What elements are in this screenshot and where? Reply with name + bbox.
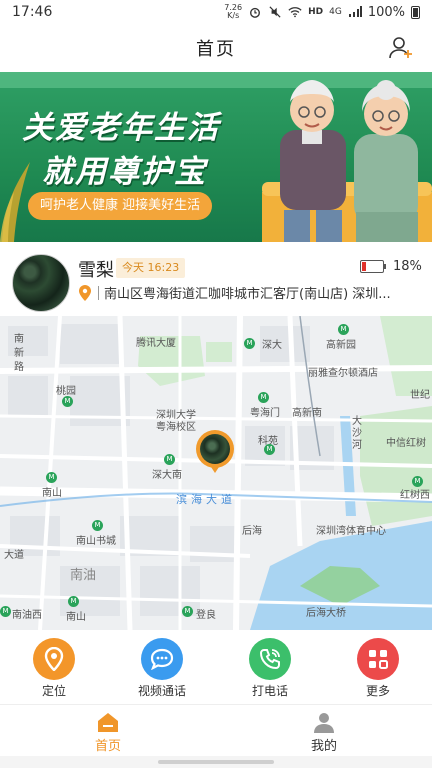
phone-call-button[interactable]: 打电话: [216, 630, 324, 704]
current-address: 南山区粤海街道汇咖啡城市汇客厅(南山店) 深圳...: [104, 287, 391, 302]
marker-avatar: [200, 434, 230, 464]
battery-percent-label: 18%: [393, 259, 422, 274]
map-label: 后海: [242, 526, 262, 537]
locate-button[interactable]: 定位: [0, 630, 108, 704]
device-location-marker[interactable]: [196, 430, 234, 476]
avatar[interactable]: [12, 254, 70, 312]
battery-fill: [362, 262, 366, 271]
last-update-badge: 今天 16:23: [116, 258, 186, 278]
map-label: 丽雅查尔顿酒店: [308, 368, 378, 379]
action-circle: [141, 638, 183, 680]
tab-mine[interactable]: 我的: [216, 705, 432, 757]
action-label: 打电话: [251, 684, 288, 698]
phone-icon: [259, 649, 280, 670]
tab-home-label: 首页: [94, 739, 121, 754]
action-label: 视频通话: [137, 684, 186, 698]
metro-station-icon: M: [244, 338, 255, 349]
address-divider: [98, 286, 99, 300]
metro-station-icon: M: [68, 596, 79, 607]
map-label: 南山书城: [76, 536, 116, 547]
metro-station-icon: M: [46, 472, 57, 483]
status-time: 17:46: [12, 4, 53, 20]
map-label: 南山: [42, 488, 62, 499]
battery-percent: 100%: [367, 4, 405, 20]
bottom-navigation: 首页 我的: [0, 704, 432, 756]
map-label: 登良: [196, 610, 216, 621]
banner-tagline: 呵护老人健康 迎接美好生活: [28, 192, 213, 220]
grid-icon: [369, 650, 388, 669]
home-icon: [98, 713, 118, 732]
metro-station-icon: M: [0, 606, 11, 617]
status-icons: 7.26 K/s HD 4G 100%: [224, 4, 420, 20]
banner-headline-2: 就用尊护宝: [42, 154, 207, 190]
action-circle: [249, 638, 291, 680]
battery-nub: [384, 264, 386, 269]
map-label: 高新南: [292, 408, 322, 419]
location-icon: [44, 647, 64, 671]
add-user-icon[interactable]: [388, 36, 414, 60]
map-label: 后海大桥: [306, 608, 346, 619]
elderly-couple-illustration: [262, 80, 432, 242]
map-label: 腾讯大厦: [136, 338, 176, 349]
network-speed: 7.26 K/s: [224, 3, 243, 20]
metro-station-icon: M: [92, 520, 103, 531]
map-label: 南山: [66, 612, 86, 623]
metro-station-icon: M: [164, 454, 175, 465]
video-call-button[interactable]: 视频通话: [108, 630, 216, 704]
home-indicator[interactable]: [158, 760, 274, 764]
action-circle: [33, 638, 75, 680]
quick-actions: 定位 视频通话 打电话 更多: [0, 630, 432, 704]
map-label: 高新园: [326, 340, 356, 351]
map-label: 南: [14, 334, 24, 345]
metro-station-icon: M: [182, 606, 193, 617]
signal-icon: [348, 6, 362, 17]
map-label: 深大南: [152, 470, 182, 481]
more-button[interactable]: 更多: [324, 630, 432, 704]
map-label: 桃园: [56, 386, 76, 397]
user-name: 雪梨: [78, 260, 114, 281]
signal-label: 4G: [329, 7, 342, 17]
tab-mine-label: 我的: [310, 739, 337, 754]
map-label: 新: [14, 348, 24, 359]
promo-banner[interactable]: 关爱老年生活 就用尊护宝 呵护老人健康 迎接美好生活: [0, 72, 432, 242]
district-label: 南油: [70, 568, 97, 583]
metro-station-icon: M: [412, 476, 423, 487]
metro-station-icon: M: [338, 324, 349, 335]
map-label: 南油西: [12, 610, 42, 621]
tab-home[interactable]: 首页: [0, 705, 216, 757]
map-label: 路: [14, 362, 24, 373]
metro-station-icon: M: [62, 396, 73, 407]
location-pin-icon: [79, 285, 91, 301]
map-label: 河: [352, 440, 362, 451]
map-label: 深大: [262, 340, 282, 351]
mute-icon: [269, 6, 281, 18]
chat-bubble-icon: [150, 648, 174, 670]
battery-icon: [411, 5, 420, 19]
road-label: 滨海大道: [176, 493, 236, 506]
banner-headline-1: 关爱老年生活: [22, 110, 220, 146]
hd-label: HD: [308, 7, 324, 17]
status-bar: 17:46 7.26 K/s HD 4G 100%: [0, 0, 432, 24]
metro-station-icon: M: [264, 444, 275, 455]
device-profile-card[interactable]: 雪梨 今天 16:23 18% 南山区粤海街道汇咖啡城市汇客厅(南山店) 深圳.…: [0, 242, 432, 314]
wifi-icon: [288, 7, 302, 18]
action-label: 定位: [41, 684, 66, 698]
alarm-icon: [250, 7, 261, 18]
map-label: 大道: [4, 550, 24, 561]
marker-tip: [209, 464, 221, 473]
page-title: 首页: [196, 39, 236, 60]
map-label: 深圳湾体育中心: [316, 526, 386, 537]
map-label: 粤海门: [250, 408, 280, 419]
action-label: 更多: [365, 684, 390, 698]
battery-icon: [360, 260, 384, 273]
map-label: 红树西: [400, 490, 430, 501]
map-label: 中信红树: [386, 438, 426, 449]
user-icon: [314, 713, 334, 733]
app-header: 首页: [0, 24, 432, 72]
map-label: 粤海校区: [156, 422, 196, 433]
metro-station-icon: M: [258, 392, 269, 403]
map-label: 世纪: [410, 390, 430, 401]
action-circle: [357, 638, 399, 680]
